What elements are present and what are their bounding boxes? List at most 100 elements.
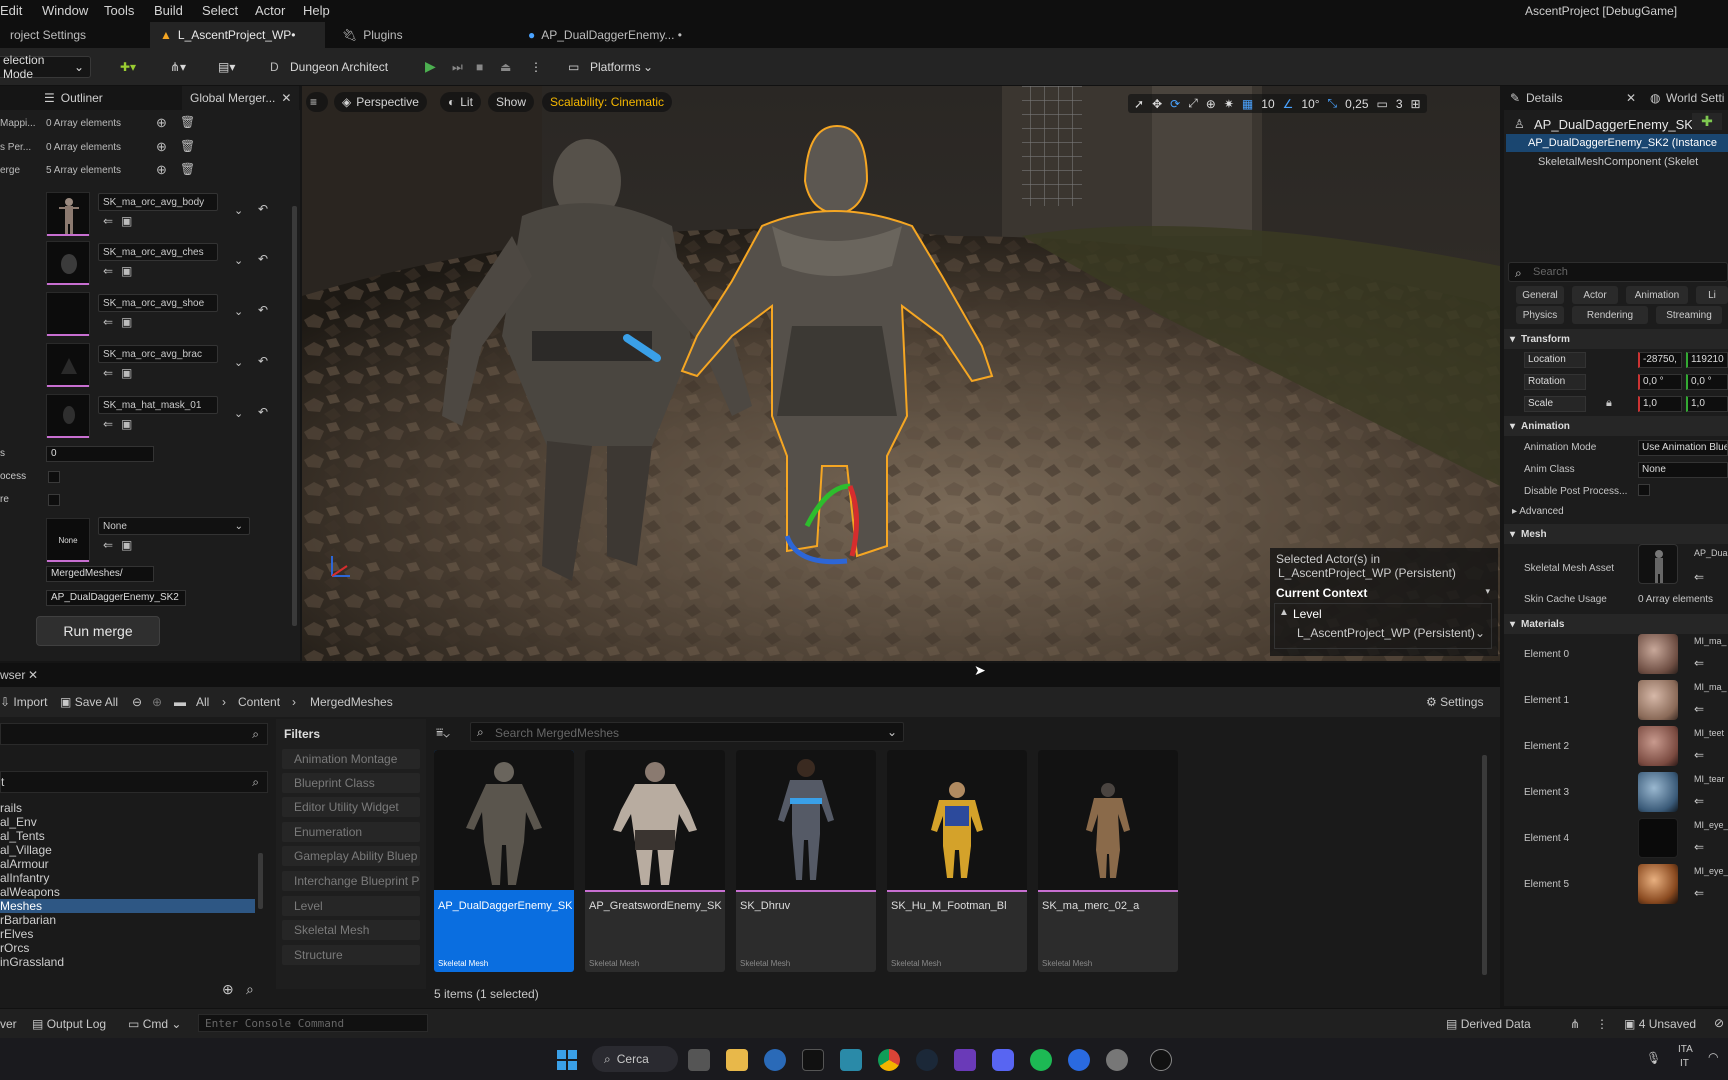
trash-icon[interactable]: 🗑︎	[180, 139, 195, 153]
asset-actions[interactable]: ⇐▣	[103, 417, 140, 431]
scale-dropdown[interactable]: Scale	[1524, 396, 1586, 412]
tab-details[interactable]: Details	[1526, 91, 1563, 105]
keyboard-layout-indicator[interactable]: IT	[1680, 1058, 1689, 1069]
step-icon[interactable]: ⏭	[452, 60, 463, 75]
tab-world-settings[interactable]: World Setti	[1666, 91, 1724, 105]
number-input[interactable]: 0	[46, 446, 154, 462]
run-merge-button[interactable]: Run merge	[36, 616, 160, 646]
more-options-icon[interactable]: ⋮	[530, 60, 542, 74]
rotation-x-input[interactable]: 0,0 °	[1638, 374, 1682, 390]
asset-actions[interactable]: ⇐	[1694, 570, 1704, 584]
tab-content-browser[interactable]: wser	[0, 668, 25, 682]
folder-item[interactable]: alInfantry	[0, 871, 49, 885]
filter-item[interactable]: Enumeration	[282, 822, 420, 842]
menu-select[interactable]: Select	[202, 3, 238, 18]
visual-studio-icon[interactable]	[954, 1049, 976, 1071]
rotate-icon[interactable]: ⟳	[1170, 97, 1180, 111]
category-general[interactable]: General	[1516, 286, 1564, 304]
menu-tools[interactable]: Tools	[104, 3, 134, 18]
asset-actions[interactable]: ⇐	[1694, 656, 1704, 670]
menu-edit[interactable]: Edit	[0, 3, 22, 18]
category-physics[interactable]: Physics	[1516, 306, 1564, 324]
derived-data-button[interactable]: ▤ Derived Data	[1446, 1017, 1531, 1031]
folder-item[interactable]: rElves	[0, 927, 33, 941]
maps-icon[interactable]	[1068, 1049, 1090, 1071]
checkbox[interactable]	[48, 494, 60, 506]
output-log-button[interactable]: ▤ Output Log	[32, 1017, 106, 1031]
spotify-icon[interactable]	[1030, 1049, 1052, 1071]
rotation-y-input[interactable]: 0,0 °	[1686, 374, 1728, 390]
level-viewport[interactable]: ≡ ◈ Perspective ◐ Lit Show Scalability: Ci…	[302, 86, 1500, 661]
component-tree-root[interactable]: AP_DualDaggerEnemy_SK2 (Instance	[1506, 134, 1728, 152]
level-value[interactable]: L_AscentProject_WP (Persistent)	[1297, 626, 1475, 640]
scrollbar[interactable]	[258, 853, 263, 909]
tab-actor-blueprint[interactable]: ● AP_DualDaggerEnemy... •	[518, 22, 698, 48]
chevron-down-icon[interactable]: ⌄	[234, 407, 243, 420]
mesh-asset-dropdown[interactable]: SK_ma_orc_avg_shoe	[98, 294, 218, 312]
layout-icon[interactable]: ⊞	[1411, 97, 1421, 111]
mesh-asset-dropdown[interactable]: SK_ma_orc_avg_brac	[98, 345, 218, 363]
asset-actions[interactable]: ⇐	[1694, 886, 1704, 900]
mesh-thumbnail[interactable]	[46, 343, 90, 387]
material-value[interactable]: MI_ma_	[1694, 682, 1727, 692]
asset-actions[interactable]: ⇐▣	[103, 366, 140, 380]
breadcrumb-item[interactable]: Content	[238, 695, 280, 709]
asset-card[interactable]: SK_ma_merc_02_a Skeletal Mesh	[1038, 750, 1178, 972]
close-icon[interactable]: ✕	[28, 668, 38, 682]
material-thumbnail[interactable]	[1638, 634, 1678, 674]
material-value[interactable]: MI_ma_	[1694, 636, 1727, 646]
path-input[interactable]: MergedMeshes/	[46, 566, 154, 582]
location-dropdown[interactable]: Location	[1524, 352, 1586, 368]
reset-icon[interactable]: ↶	[258, 354, 268, 368]
mesh-thumbnail[interactable]	[46, 292, 90, 336]
sources-search[interactable]: ⌕	[0, 723, 268, 745]
add-element-icon[interactable]: ⊕	[156, 139, 167, 155]
category-lighting[interactable]: Li	[1696, 286, 1728, 304]
folder-item[interactable]: rOrcs	[0, 941, 29, 955]
view-mode-button[interactable]: ◐ Lit	[440, 92, 481, 112]
mesh-thumbnail[interactable]	[46, 241, 90, 285]
asset-actions[interactable]: ⇐▣	[103, 538, 140, 552]
revision-control-icon[interactable]: ⊘	[1714, 1016, 1724, 1030]
material-thumbnail[interactable]	[1638, 864, 1678, 904]
filter-item[interactable]: Structure	[282, 945, 420, 965]
reset-icon[interactable]: ↶	[258, 202, 268, 216]
chevron-down-icon[interactable]: ⌄	[234, 254, 243, 267]
content-drawer-button[interactable]: ver	[0, 1017, 17, 1031]
mesh-asset-dropdown[interactable]: SK_ma_orc_avg_ches	[98, 243, 218, 261]
scale-snap-icon[interactable]: ⤡	[1328, 96, 1338, 111]
asset-actions[interactable]: ⇐	[1694, 840, 1704, 854]
details-search[interactable]: ⌕ Search	[1508, 262, 1728, 282]
category-streaming[interactable]: Streaming	[1656, 306, 1722, 324]
reset-icon[interactable]: ↶	[258, 252, 268, 266]
dropdown-arrow-icon[interactable]: ▾	[1485, 586, 1490, 597]
menu-window[interactable]: Window	[42, 3, 88, 18]
source-control-icon[interactable]: ⋔	[1570, 1017, 1580, 1031]
chevron-down-icon[interactable]: ⌄	[1475, 626, 1485, 640]
section-mesh[interactable]: ▾ Mesh	[1504, 524, 1728, 544]
chevron-down-icon[interactable]: ⌄	[234, 305, 243, 318]
asset-name-input[interactable]: AP_DualDaggerEnemy_SK2	[46, 590, 186, 606]
tab-level[interactable]: ▲ L_AscentProject_WP•	[150, 22, 325, 48]
save-all-button[interactable]: ▣ Save All	[60, 695, 118, 709]
menu-help[interactable]: Help	[303, 3, 330, 18]
tab-outliner[interactable]: ☰ Outliner	[36, 86, 111, 110]
windows-start-icon[interactable]	[556, 1049, 578, 1071]
tab-project-settings[interactable]: roject Settings	[0, 22, 150, 48]
lock-icon[interactable]: 🔒︎	[1606, 397, 1612, 410]
search-icon[interactable]: ⌕	[246, 981, 254, 998]
taskbar-search[interactable]: ⌕ Cerca	[592, 1046, 678, 1072]
rotation-dropdown[interactable]: Rotation	[1524, 374, 1586, 390]
mesh-asset-dropdown[interactable]: SK_ma_hat_mask_01	[98, 396, 218, 414]
add-element-icon[interactable]: ⊕	[156, 115, 167, 131]
asset-actions[interactable]: ⇐▣	[103, 264, 140, 278]
scalability-badge[interactable]: Scalability: Cinematic	[542, 92, 673, 112]
asset-card-selected[interactable]: AP_DualDaggerEnemy_SK2 Skeletal Mesh	[434, 750, 574, 972]
location-x-input[interactable]: -28750,	[1638, 352, 1682, 368]
wifi-icon[interactable]: ◠	[1708, 1050, 1718, 1064]
chevron-down-icon[interactable]: ⌄	[234, 356, 243, 369]
eject-icon[interactable]: ⏏	[500, 60, 511, 74]
camera-speed-icon[interactable]: ▭	[1377, 97, 1388, 111]
breadcrumb-item[interactable]: All	[196, 695, 209, 709]
steam-icon[interactable]	[916, 1049, 938, 1071]
